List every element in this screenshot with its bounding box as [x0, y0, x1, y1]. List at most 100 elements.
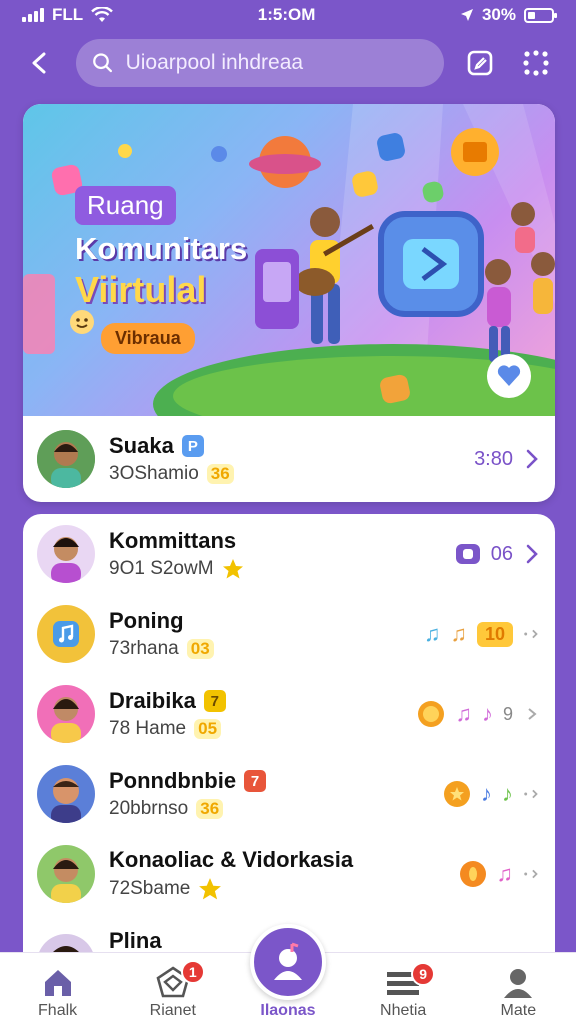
- list-item-title: Ponndbnbie 7: [109, 768, 429, 794]
- chevron-right-icon: [523, 785, 541, 803]
- list-item[interactable]: Ponndbnbie 7 20bbrnso 36 ♪ ♪: [23, 754, 555, 834]
- list-item-text: Poning 73rhana 03: [109, 608, 410, 660]
- featured-subtitle-text: 3OShamio: [109, 463, 199, 484]
- location-arrow-icon: [460, 9, 473, 21]
- nav-label: Rianet: [149, 1002, 196, 1019]
- banner-title-line1: Komunitars: [75, 231, 248, 266]
- featured-row-right: 3:80: [474, 448, 541, 471]
- list-item-subtitle-badge: 03: [186, 639, 214, 659]
- search-input[interactable]: [125, 51, 428, 75]
- list-item-title-text: Kommittans: [109, 528, 237, 553]
- list-item-subtitle: 78 Hame 05: [109, 718, 403, 740]
- list-item-title-text: Poning: [109, 608, 184, 633]
- list-item-subtitle-badge: 36: [196, 799, 224, 819]
- avatar: [37, 430, 95, 488]
- edit-square-icon: [467, 50, 493, 76]
- coin-icon: [459, 861, 486, 887]
- back-button[interactable]: [20, 43, 60, 83]
- list-item-right: ♫ ♪ 9: [417, 700, 541, 728]
- featured-community-row[interactable]: Suaka P 3OShamio 36 3:80: [23, 416, 555, 502]
- profile-icon: [504, 969, 533, 998]
- list-item-subtitle-text: 78 Hame: [109, 718, 187, 739]
- nav-item-rianet[interactable]: 1 Rianet: [123, 960, 223, 1020]
- list-item-suffix: 9: [502, 703, 513, 724]
- nav-label: Ilaonas: [260, 1002, 316, 1019]
- list-item-tag: 10: [476, 621, 513, 647]
- banner-title-line2: Viirtulal: [75, 269, 207, 310]
- list-item-title: Draibika 7: [109, 688, 403, 714]
- signal-icon: [22, 8, 44, 22]
- battery-fill: [528, 11, 535, 19]
- featured-card: Ruang Komunitars Viirtulal Vibraua Suaka…: [23, 104, 555, 502]
- medal-icon: [444, 781, 470, 807]
- search-bar[interactable]: [76, 39, 444, 87]
- list-item-subtitle-text: 72Sbame: [109, 878, 191, 899]
- list-item-title-text: Plina: [109, 928, 162, 953]
- battery-percent: 30%: [481, 5, 516, 24]
- status-bar: FLL 1:5:OM 30%: [0, 0, 576, 30]
- notification-badge: 1: [180, 960, 205, 984]
- list-item-title: Poning: [109, 608, 410, 634]
- list-item-subtitle-text: 20bbrnso: [109, 798, 189, 819]
- nav-item-ilaonas[interactable]: Ilaonas: [238, 924, 338, 1020]
- list-item[interactable]: Draibika 7 78 Hame 05 ♫ ♪ 9: [23, 674, 555, 754]
- list-item-text: Konaoliac & Vidorkasia 72Sbame: [109, 847, 445, 901]
- avatar: [37, 765, 95, 823]
- chevron-right-icon: [523, 625, 541, 643]
- nav-item-nhetia[interactable]: 9 Nhetia: [353, 962, 453, 1020]
- notification-badge: 9: [411, 962, 436, 986]
- list-item-subtitle-text: 73rhana: [109, 638, 179, 659]
- status-right: 30%: [460, 5, 557, 25]
- featured-row-text: Suaka P 3OShamio 36: [109, 433, 460, 485]
- coin-icon: [418, 701, 445, 727]
- nav-label: Nhetia: [380, 1002, 427, 1019]
- list-item-subtitle: 9O1 S2owM: [109, 558, 441, 580]
- chevron-right-icon: [523, 544, 541, 564]
- search-icon: [93, 53, 113, 73]
- avatar: [37, 605, 95, 663]
- battery-icon: [524, 7, 557, 23]
- community-list: Kommittans 9O1 S2owM 06 Poning 73rhana 0…: [23, 514, 555, 984]
- list-item-text: Plina: [109, 928, 541, 954]
- list-item-right: 06: [455, 543, 541, 566]
- chevron-right-icon: [523, 705, 541, 723]
- compose-button[interactable]: [460, 43, 500, 83]
- home-icon: [44, 970, 71, 996]
- wifi-icon: [91, 7, 114, 22]
- avatar: [37, 685, 95, 743]
- banner-text: Ruang Komunitars Viirtulal Vibraua: [75, 186, 247, 354]
- more-options-button[interactable]: [516, 43, 556, 83]
- list-item-subtitle-text: 9O1 S2owM: [109, 558, 214, 579]
- video-tile-icon: [455, 544, 480, 564]
- list-item[interactable]: Konaoliac & Vidorkasia 72Sbame ♫: [23, 834, 555, 914]
- center-action-button[interactable]: [249, 924, 326, 1000]
- community-banner[interactable]: Ruang Komunitars Viirtulal Vibraua: [23, 104, 555, 416]
- chevron-right-icon: [523, 865, 541, 883]
- list-item-subtitle: 73rhana 03: [109, 638, 410, 660]
- music-note-icon: ♫: [423, 621, 441, 646]
- list-item-title: Plina: [109, 928, 541, 954]
- list-item-title-badge: 7: [203, 690, 226, 712]
- featured-meta: 3:80: [474, 447, 513, 470]
- list-item-right: ♫: [459, 860, 542, 888]
- list-item[interactable]: Poning 73rhana 03 ♫ ♫ 10: [23, 594, 555, 674]
- list-item-text: Ponndbnbie 7 20bbrnso 36: [109, 768, 429, 820]
- list-item[interactable]: Kommittans 9O1 S2owM 06: [23, 514, 555, 594]
- star-icon: [199, 878, 222, 900]
- avatar: [37, 845, 95, 903]
- carrier-label: FLL: [52, 5, 84, 24]
- list-item-title-text: Ponndbnbie: [109, 768, 237, 793]
- nav-label: Mate: [500, 1002, 537, 1019]
- music-person-icon: [273, 942, 302, 980]
- header: [0, 30, 576, 96]
- featured-title: Suaka P: [109, 433, 460, 459]
- status-left: FLL: [22, 5, 114, 25]
- banner-pill: Vibraua: [101, 323, 195, 354]
- music-note-icon: ♪: [502, 781, 513, 806]
- nav-item-mate[interactable]: Mate: [468, 966, 568, 1020]
- list-item-right: ♫ ♫ 10: [424, 621, 541, 647]
- nav-item-home[interactable]: Fhalk: [8, 966, 108, 1020]
- music-note-icon: ♪: [481, 701, 493, 726]
- list-item-subtitle: 20bbrnso 36: [109, 798, 429, 820]
- clock: 1:5:OM: [257, 5, 316, 24]
